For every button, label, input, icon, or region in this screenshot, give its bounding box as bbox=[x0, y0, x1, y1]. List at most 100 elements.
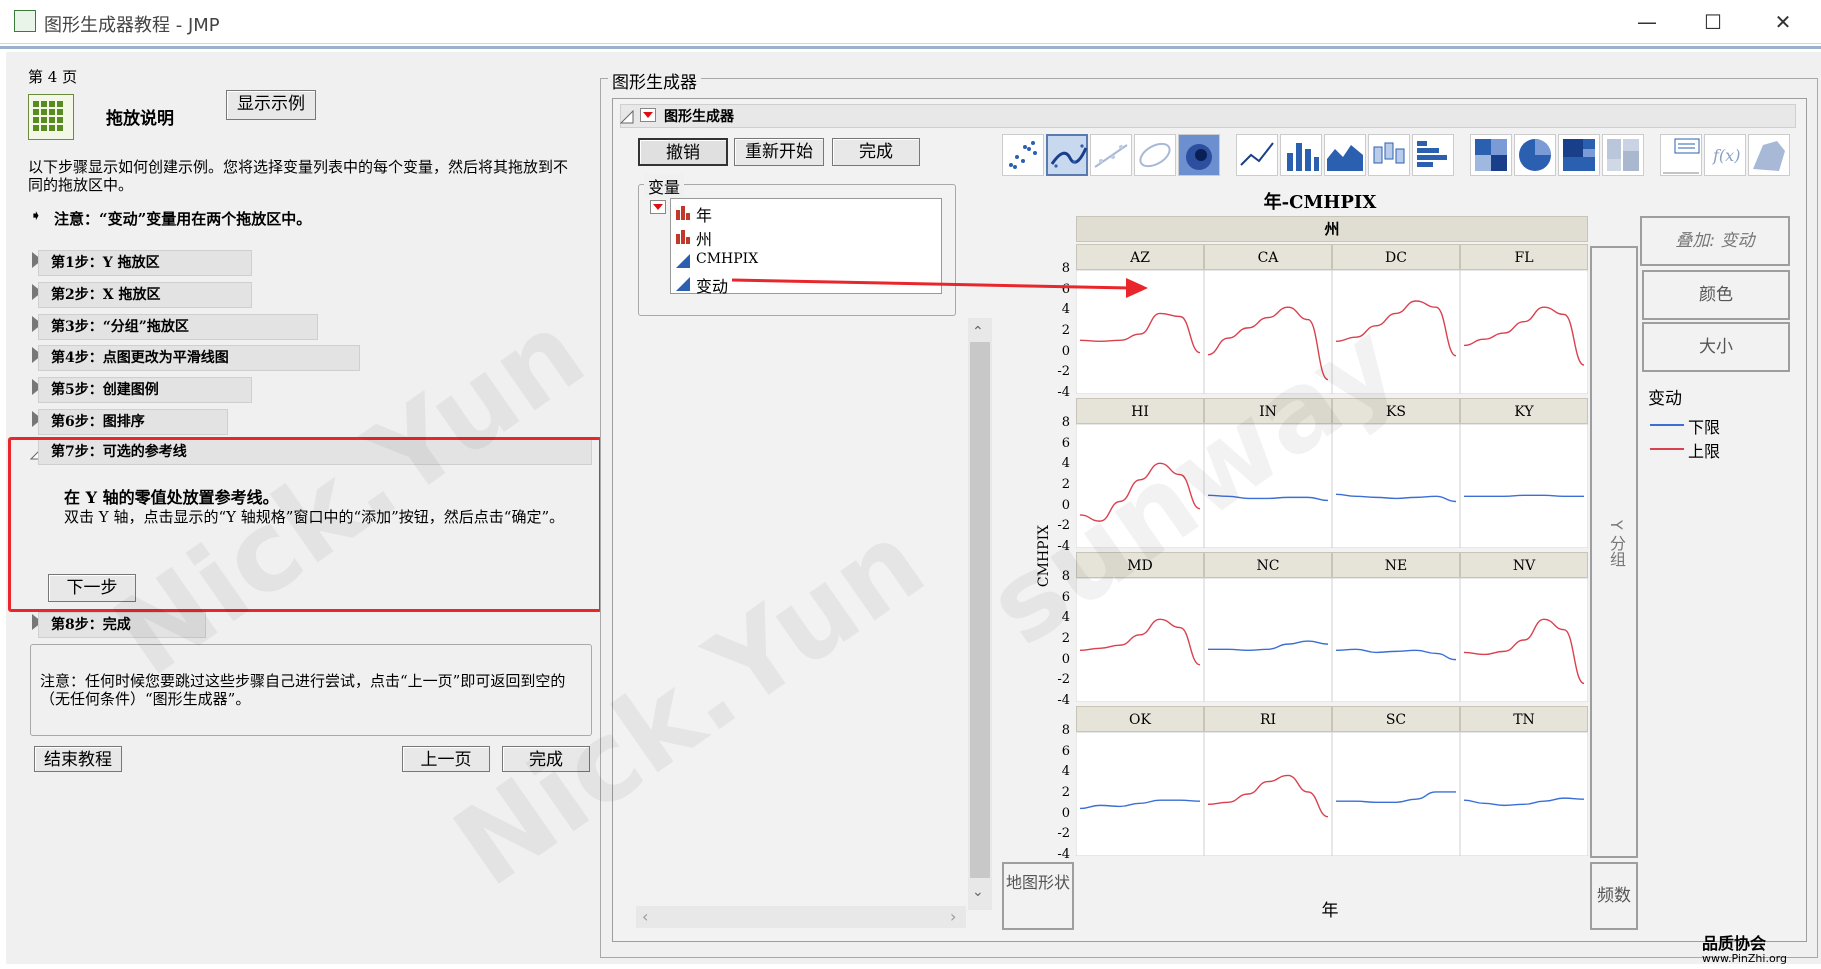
facet-header: MD bbox=[1076, 552, 1204, 578]
continuous-icon bbox=[676, 254, 690, 268]
step-6-header[interactable]: 第6步：图排序 bbox=[38, 409, 228, 435]
ellipse-icon[interactable] bbox=[1134, 134, 1176, 176]
facet-plot[interactable] bbox=[1204, 578, 1332, 702]
brand-url: www.PinZhi.org bbox=[1702, 952, 1787, 965]
y-tick-label: -2 bbox=[1057, 364, 1070, 380]
minimize-button[interactable]: — bbox=[1620, 6, 1674, 38]
scroll-right-icon[interactable]: › bbox=[950, 907, 956, 926]
facet-plot[interactable] bbox=[1204, 732, 1332, 856]
variable-year[interactable]: 年 bbox=[674, 202, 934, 225]
y-tick-label: -2 bbox=[1057, 826, 1070, 842]
facet-plot[interactable] bbox=[1460, 578, 1588, 702]
facet-background bbox=[1204, 424, 1332, 548]
step-2-header[interactable]: 第2步：X 拖放区 bbox=[38, 282, 252, 308]
y-tick-label: 4 bbox=[1061, 302, 1070, 318]
facet-plot[interactable] bbox=[1076, 578, 1204, 702]
y-tick-label: 6 bbox=[1061, 743, 1070, 759]
facet-plot[interactable] bbox=[1332, 424, 1460, 548]
step-1-header[interactable]: 第1步：Y 拖放区 bbox=[38, 250, 252, 276]
maximize-button[interactable]: ☐ bbox=[1686, 6, 1740, 38]
close-button[interactable]: ✕ bbox=[1756, 6, 1810, 38]
line-of-fit-icon[interactable] bbox=[1090, 134, 1132, 176]
y-tick-label: 4 bbox=[1061, 456, 1070, 472]
drag-drop-icon bbox=[28, 94, 74, 140]
contour-icon[interactable] bbox=[1178, 134, 1220, 176]
undo-button[interactable]: 撤销 bbox=[638, 138, 728, 166]
facet-plot[interactable] bbox=[1204, 424, 1332, 548]
freq-dropzone[interactable]: 频数 bbox=[1590, 862, 1638, 930]
mosaic-icon[interactable] bbox=[1602, 134, 1644, 176]
legend-item-upper[interactable]: 上限 bbox=[1650, 438, 1790, 461]
map-shapes-icon[interactable] bbox=[1748, 134, 1790, 176]
done-button[interactable]: 完成 bbox=[832, 138, 920, 166]
bar-chart-icon[interactable] bbox=[1280, 134, 1322, 176]
facet-plot[interactable] bbox=[1076, 424, 1204, 548]
box-plot-icon[interactable] bbox=[1368, 134, 1410, 176]
legend-label: 上限 bbox=[1688, 442, 1721, 461]
facet-plot[interactable] bbox=[1332, 732, 1460, 856]
facet-background bbox=[1076, 424, 1204, 548]
caption-box-icon[interactable] bbox=[1660, 134, 1702, 176]
builder-panel-header bbox=[620, 104, 1796, 128]
show-example-button[interactable]: 显示示例 bbox=[226, 90, 316, 120]
step-4-header[interactable]: 第4步：点图更改为平滑线图 bbox=[38, 345, 360, 371]
legend-item-lower[interactable]: 下限 bbox=[1650, 414, 1790, 437]
facet-plot[interactable] bbox=[1332, 270, 1460, 394]
color-dropzone[interactable]: 颜色 bbox=[1642, 270, 1790, 320]
variables-label: 变量 bbox=[644, 174, 685, 198]
builder-menu-icon[interactable] bbox=[640, 108, 656, 122]
y-tick-label: 8 bbox=[1061, 569, 1070, 584]
map-shape-dropzone[interactable]: 地图形状 bbox=[1002, 862, 1074, 930]
horizontal-scrollbar[interactable] bbox=[636, 906, 966, 928]
section-title: 拖放说明 bbox=[106, 109, 174, 129]
y-tick-label: -2 bbox=[1057, 672, 1070, 688]
facet-plot[interactable] bbox=[1332, 578, 1460, 702]
step-5-header[interactable]: 第5步：创建图例 bbox=[38, 377, 252, 403]
y-tick-label: 2 bbox=[1061, 631, 1070, 646]
overlay-dropzone[interactable]: 叠加: 变动 bbox=[1640, 216, 1790, 266]
y-tick-label: 2 bbox=[1061, 785, 1070, 800]
x-axis-label[interactable]: 年 bbox=[1300, 896, 1360, 921]
step-8-header[interactable]: 第8步：完成 bbox=[38, 612, 206, 638]
facet-header: HI bbox=[1076, 398, 1204, 424]
treemap-icon[interactable] bbox=[1558, 134, 1600, 176]
line-chart-icon[interactable] bbox=[1236, 134, 1278, 176]
variable-state[interactable]: 州 bbox=[674, 226, 934, 249]
facet-header: IN bbox=[1204, 398, 1332, 424]
variables-menu-icon[interactable] bbox=[650, 200, 666, 214]
finish-button[interactable]: 完成 bbox=[502, 746, 590, 772]
scroll-down-icon[interactable]: ⌄ bbox=[972, 884, 984, 900]
heatmap-icon[interactable] bbox=[1470, 134, 1512, 176]
brand-watermark: 品质协会 bbox=[1702, 934, 1767, 953]
pie-chart-icon[interactable] bbox=[1514, 134, 1556, 176]
facet-plot[interactable] bbox=[1076, 732, 1204, 856]
y-tick-label: -2 bbox=[1057, 518, 1070, 534]
end-tutorial-button[interactable]: 结束教程 bbox=[34, 746, 122, 772]
y-tick-label: -4 bbox=[1057, 539, 1070, 554]
facet-plot[interactable] bbox=[1460, 424, 1588, 548]
scroll-up-icon[interactable]: ⌃ bbox=[972, 324, 984, 340]
step-3-header[interactable]: 第3步：“分组”拖放区 bbox=[38, 314, 318, 340]
variable-label: 州 bbox=[696, 230, 713, 249]
facet-plot[interactable] bbox=[1460, 732, 1588, 856]
histogram-icon[interactable] bbox=[1412, 134, 1454, 176]
area-chart-icon[interactable] bbox=[1324, 134, 1366, 176]
variable-cmhpix[interactable]: CMHPIX bbox=[674, 250, 934, 272]
previous-page-button[interactable]: 上一页 bbox=[402, 746, 490, 772]
points-icon[interactable] bbox=[1002, 134, 1044, 176]
facet-plot[interactable] bbox=[1460, 270, 1588, 394]
scroll-thumb[interactable] bbox=[970, 342, 990, 878]
size-dropzone[interactable]: 大小 bbox=[1642, 322, 1790, 372]
y-axis-label[interactable]: CMHPIX bbox=[1036, 516, 1052, 596]
group-x-label: 州 bbox=[1324, 220, 1340, 238]
intro-text: 以下步骤显示如何创建示例。您将选择变量列表中的每个变量，然后将其拖放到不同的拖放… bbox=[28, 158, 569, 194]
restart-button[interactable]: 重新开始 bbox=[734, 138, 824, 166]
facet-plot[interactable] bbox=[1204, 270, 1332, 394]
smoother-icon[interactable] bbox=[1046, 134, 1088, 176]
collapse-builder-icon[interactable] bbox=[619, 109, 634, 124]
continuous-icon bbox=[676, 277, 690, 291]
graph-title: 年-CMHPIX bbox=[1263, 192, 1377, 213]
scroll-left-icon[interactable]: ‹ bbox=[642, 907, 648, 926]
facet-header: NE bbox=[1332, 552, 1460, 578]
formula-icon[interactable]: f(x) bbox=[1704, 134, 1746, 176]
